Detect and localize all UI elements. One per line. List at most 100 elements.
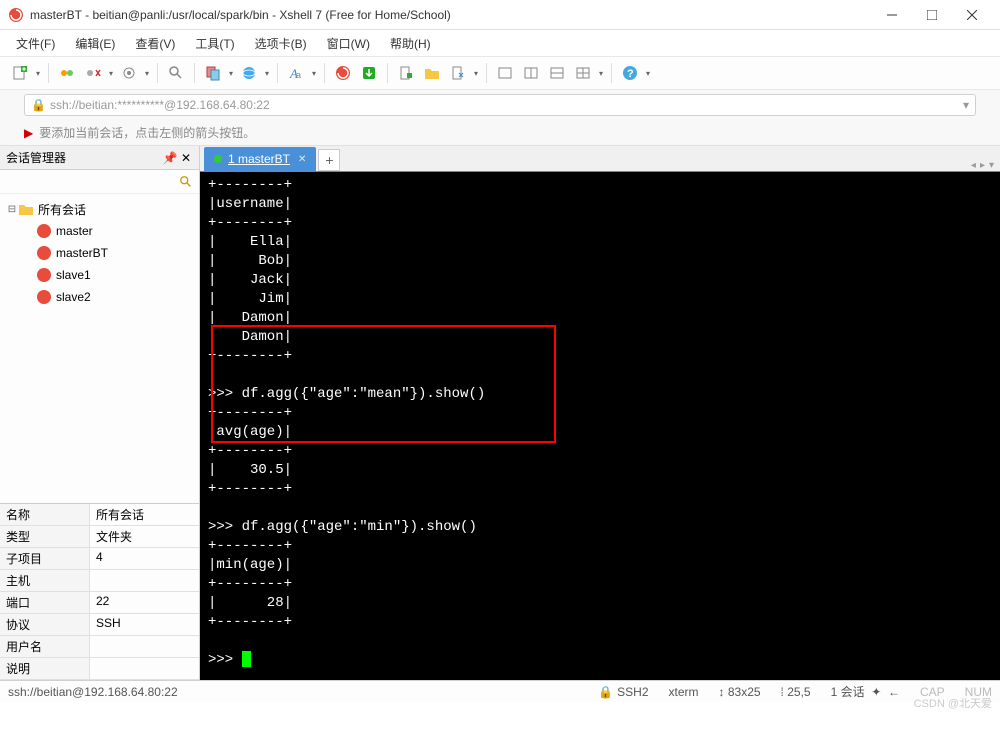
prop-row: 类型文件夹	[0, 526, 199, 548]
folder-icon	[18, 201, 34, 217]
tree-item-label: slave2	[56, 290, 91, 304]
menu-tabs[interactable]: 选项卡(B)	[247, 33, 315, 54]
prop-row: 主机	[0, 570, 199, 592]
tree-item[interactable]: slave2	[32, 286, 197, 308]
session-icon	[36, 289, 52, 305]
copy-dropdown[interactable]: ▾	[227, 69, 235, 78]
pin-icon[interactable]: 📌	[163, 151, 177, 165]
new-session-dropdown[interactable]: ▾	[34, 69, 42, 78]
address-dropdown-icon[interactable]: ▾	[963, 98, 969, 112]
hint-text: 要添加当前会话，点击左侧的箭头按钮。	[39, 124, 255, 141]
status-sess: 1 会话 ✦ ←	[831, 683, 900, 700]
menu-view[interactable]: 查看(V)	[127, 33, 183, 54]
menu-tools[interactable]: 工具(T)	[187, 33, 242, 54]
font-button[interactable]: Aa	[284, 61, 308, 85]
layout-dropdown[interactable]: ▾	[597, 69, 605, 78]
help-button[interactable]: ?	[618, 61, 642, 85]
minimize-button[interactable]	[872, 1, 912, 29]
content: 1 masterBT ✕ + ◂ ▸ ▾ +--------+ |usernam…	[200, 146, 1000, 680]
prop-val: 文件夹	[90, 526, 199, 547]
address-input[interactable]: 🔒 ssh://beitian:**********@192.168.64.80…	[24, 94, 976, 116]
sidebar-header: 会话管理器 📌 ✕	[0, 146, 199, 170]
folder-button[interactable]	[420, 61, 444, 85]
tree-item[interactable]: masterBT	[32, 242, 197, 264]
prop-key: 端口	[0, 592, 90, 613]
prop-row: 名称所有会话	[0, 504, 199, 526]
session-icon	[36, 267, 52, 283]
tree-item-label: master	[56, 224, 93, 238]
tree-item[interactable]: slave1	[32, 264, 197, 286]
new-file-button[interactable]	[394, 61, 418, 85]
add-tab-button[interactable]: +	[318, 149, 340, 171]
prop-row: 用户名	[0, 636, 199, 658]
new-session-button[interactable]	[8, 61, 32, 85]
tab-next-icon[interactable]: ▸	[980, 160, 985, 171]
close-sidebar-icon[interactable]: ✕	[179, 151, 193, 165]
app-icon	[8, 7, 24, 23]
paste-button[interactable]	[237, 61, 261, 85]
prop-val	[90, 570, 199, 591]
properties-dropdown[interactable]: ▾	[143, 69, 151, 78]
disconnect-button[interactable]	[81, 61, 105, 85]
prop-key: 类型	[0, 526, 90, 547]
hintbar: ▶ 要添加当前会话，点击左侧的箭头按钮。	[0, 120, 1000, 146]
prop-key: 说明	[0, 658, 90, 679]
prop-key: 主机	[0, 570, 90, 591]
prop-key: 子项目	[0, 548, 90, 569]
svg-text:?: ?	[627, 68, 634, 80]
toolbar: ▾ ▾ ▾ ▾ ▾ Aa ▾ ▾ ▾ ? ▾	[0, 56, 1000, 90]
sidebar-title: 会话管理器	[6, 149, 161, 166]
menu-help[interactable]: 帮助(H)	[382, 33, 439, 54]
tabbar: 1 masterBT ✕ + ◂ ▸ ▾	[200, 146, 1000, 172]
layout1-button[interactable]	[493, 61, 517, 85]
prop-key: 用户名	[0, 636, 90, 657]
tree-item-label: masterBT	[56, 246, 108, 260]
session-icon	[36, 245, 52, 261]
tree-root[interactable]: ⊟ 所有会话	[2, 198, 197, 220]
terminal[interactable]: +--------+ |username| +--------+ | Ella|…	[200, 172, 1000, 680]
tab-label: 1 masterBT	[228, 152, 290, 166]
expand-icon[interactable]: ⊟	[6, 204, 18, 215]
prop-val	[90, 636, 199, 657]
layout4-button[interactable]	[571, 61, 595, 85]
find-button[interactable]	[164, 61, 188, 85]
xftp-button[interactable]	[357, 61, 381, 85]
tree-item[interactable]: master	[32, 220, 197, 242]
tab-menu-icon[interactable]: ▾	[989, 160, 994, 171]
addressbar: 🔒 ssh://beitian:**********@192.168.64.80…	[0, 90, 1000, 120]
prop-val: 4	[90, 548, 199, 569]
open-button[interactable]	[446, 61, 470, 85]
lock-icon: 🔒	[31, 98, 46, 112]
sidebar-search[interactable]	[0, 170, 199, 194]
tab-prev-icon[interactable]: ◂	[971, 160, 976, 171]
lock-icon: 🔒	[598, 685, 613, 699]
copy-button[interactable]	[201, 61, 225, 85]
layout2-button[interactable]	[519, 61, 543, 85]
menu-window[interactable]: 窗口(W)	[319, 33, 378, 54]
layout3-button[interactable]	[545, 61, 569, 85]
menu-file[interactable]: 文件(F)	[8, 33, 63, 54]
tab-close-icon[interactable]: ✕	[298, 154, 306, 165]
help-dropdown[interactable]: ▾	[644, 69, 652, 78]
tab-active[interactable]: 1 masterBT ✕	[204, 147, 316, 171]
reconnect-button[interactable]	[55, 61, 79, 85]
properties-button[interactable]	[117, 61, 141, 85]
close-button[interactable]	[952, 1, 992, 29]
paste-dropdown[interactable]: ▾	[263, 69, 271, 78]
window-title: masterBT - beitian@panli:/usr/local/spar…	[30, 8, 872, 22]
status-term: xterm	[669, 685, 699, 699]
font-dropdown[interactable]: ▾	[310, 69, 318, 78]
sidebar: 会话管理器 📌 ✕ ⊟ 所有会话 master masterBT slave1 …	[0, 146, 200, 680]
prop-val	[90, 658, 199, 679]
tree-root-label: 所有会话	[38, 201, 86, 218]
tab-nav: ◂ ▸ ▾	[971, 160, 994, 171]
svg-text:a: a	[296, 70, 301, 80]
xshell-button[interactable]	[331, 61, 355, 85]
status-num: NUM	[965, 685, 992, 699]
search-icon	[179, 175, 193, 189]
disconnect-dropdown[interactable]: ▾	[107, 69, 115, 78]
menu-edit[interactable]: 编辑(E)	[67, 33, 123, 54]
prop-row: 协议SSH	[0, 614, 199, 636]
maximize-button[interactable]	[912, 1, 952, 29]
open-dropdown[interactable]: ▾	[472, 69, 480, 78]
